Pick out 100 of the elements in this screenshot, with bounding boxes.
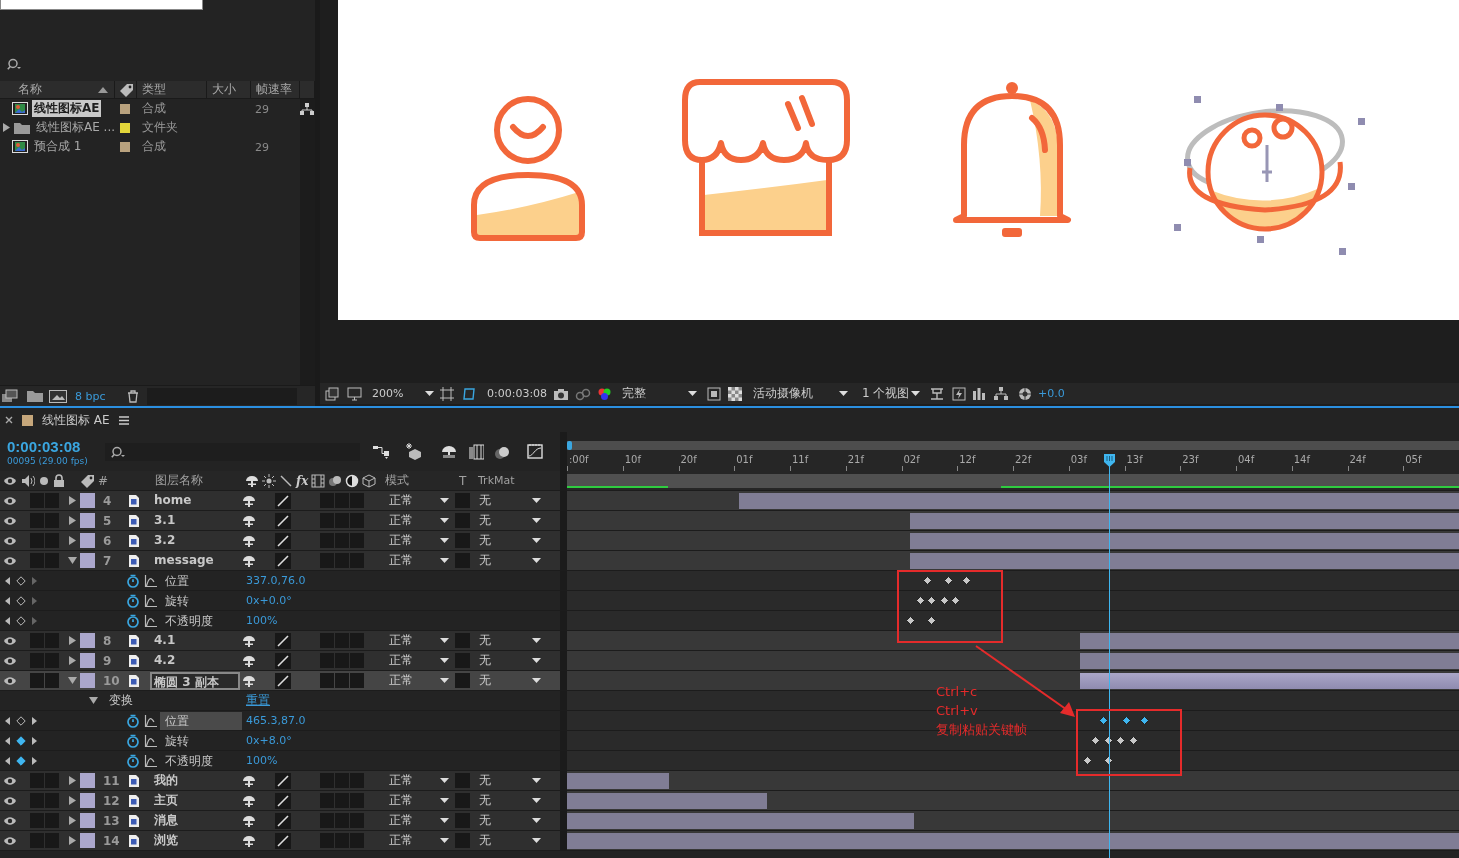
- expand-arrow[interactable]: [3, 123, 10, 132]
- project-item-name[interactable]: 预合成 1: [32, 138, 84, 155]
- layer-name-field[interactable]: 椭圆 3 副本: [150, 671, 240, 690]
- keyframe-marker[interactable]: [915, 596, 925, 605]
- keyframe-marker[interactable]: [927, 596, 937, 605]
- viewer-timecode[interactable]: 0:00:03:08: [487, 387, 549, 400]
- previous-keyframe-arrow[interactable]: [5, 716, 10, 725]
- current-time[interactable]: 0:00:03:08: [7, 437, 102, 456]
- expand-arrow[interactable]: [68, 496, 77, 505]
- eye-icon[interactable]: [3, 555, 17, 566]
- eye-icon[interactable]: [3, 835, 17, 846]
- layer-row[interactable]: 4 home 正常 无: [0, 491, 560, 510]
- search-field[interactable]: [105, 442, 360, 461]
- keyframe-diamond-icon[interactable]: [16, 575, 26, 586]
- keyframe-marker[interactable]: [1139, 716, 1149, 725]
- frame-blending-icon[interactable]: [468, 443, 484, 460]
- eye-icon[interactable]: [3, 535, 17, 546]
- expand-arrow[interactable]: [68, 556, 77, 565]
- mode-dropdown[interactable]: 正常: [383, 531, 453, 550]
- switch-toggle[interactable]: [335, 673, 349, 688]
- mode-dropdown[interactable]: 正常: [383, 771, 453, 790]
- expand-arrow[interactable]: [68, 656, 77, 665]
- expand-arrow[interactable]: [68, 796, 77, 805]
- mask-icon[interactable]: [462, 386, 476, 401]
- expand-arrow[interactable]: [68, 836, 77, 845]
- flowchart-icon[interactable]: [300, 102, 314, 115]
- playhead[interactable]: [1102, 453, 1116, 858]
- shy-icon[interactable]: [242, 494, 256, 507]
- grid-icon[interactable]: [440, 386, 454, 401]
- stopwatch-icon[interactable]: [126, 573, 140, 588]
- shy-icon[interactable]: [242, 534, 256, 547]
- solo-dot-icon[interactable]: [39, 475, 49, 486]
- previous-keyframe-arrow[interactable]: [5, 576, 10, 585]
- track-matte-dropdown[interactable]: 无: [473, 791, 545, 810]
- layer-name[interactable]: 4.2: [150, 651, 242, 670]
- preserve-transparency-toggle[interactable]: [455, 673, 470, 688]
- graph-icon[interactable]: [144, 613, 158, 628]
- bar-chart-icon[interactable]: [972, 386, 986, 401]
- quality-icon[interactable]: [275, 512, 291, 529]
- previous-keyframe-arrow[interactable]: [5, 616, 10, 625]
- quality-icon[interactable]: [275, 792, 291, 809]
- quality-icon[interactable]: [275, 492, 291, 509]
- eye-icon[interactable]: [3, 795, 17, 806]
- keyframe-marker[interactable]: [1115, 736, 1125, 745]
- keyframe-diamond-icon[interactable]: [16, 735, 26, 746]
- quality-icon[interactable]: [275, 832, 291, 849]
- property-value[interactable]: 465.3,87.0: [246, 714, 306, 727]
- menu-icon[interactable]: [119, 415, 129, 425]
- graph-icon[interactable]: [144, 733, 158, 748]
- color-channels-icon[interactable]: [597, 386, 612, 401]
- keyframe-marker[interactable]: [1103, 736, 1113, 745]
- fast-preview-icon[interactable]: [952, 386, 966, 401]
- exposure-value[interactable]: +0.0: [1038, 387, 1072, 400]
- label-swatch[interactable]: [80, 793, 95, 808]
- label-swatch[interactable]: [80, 813, 95, 828]
- stopwatch-icon[interactable]: [126, 753, 140, 768]
- property-value[interactable]: 100%: [246, 614, 278, 627]
- property-name[interactable]: 位置: [160, 571, 242, 590]
- layer-name[interactable]: 我的: [150, 771, 242, 790]
- track-matte-dropdown[interactable]: 无: [473, 511, 545, 530]
- flowchart-icon[interactable]: [373, 443, 390, 460]
- mode-dropdown[interactable]: 正常: [383, 631, 453, 650]
- shy-icon[interactable]: [242, 774, 256, 787]
- track-matte-dropdown[interactable]: 无: [473, 531, 545, 550]
- quality-icon[interactable]: [275, 632, 291, 649]
- shy-icon[interactable]: [245, 474, 259, 487]
- label-swatch[interactable]: [80, 633, 95, 648]
- expand-arrow[interactable]: [68, 536, 77, 545]
- graph-icon[interactable]: [144, 593, 158, 608]
- mode-dropdown[interactable]: 正常: [383, 671, 453, 690]
- keyframe-diamond-icon[interactable]: [16, 595, 26, 606]
- stopwatch-icon[interactable]: [126, 713, 140, 728]
- label-swatch[interactable]: [80, 833, 95, 848]
- mode-dropdown[interactable]: 正常: [383, 511, 453, 530]
- graph-editor-icon[interactable]: [527, 444, 543, 459]
- stopwatch-icon[interactable]: [126, 593, 140, 608]
- solo-toggle[interactable]: [30, 673, 44, 688]
- quality-icon[interactable]: [275, 772, 291, 789]
- quality-icon[interactable]: [279, 473, 293, 488]
- switch-toggle[interactable]: [320, 673, 334, 688]
- next-keyframe-arrow[interactable]: [32, 756, 37, 765]
- eye-icon[interactable]: [3, 475, 17, 486]
- keyframe-marker[interactable]: [927, 616, 937, 625]
- previous-keyframe-arrow[interactable]: [5, 756, 10, 765]
- shy-icon[interactable]: [242, 514, 256, 527]
- sort-ascending-icon[interactable]: [98, 86, 108, 93]
- resolution-dropdown[interactable]: 完整: [622, 384, 697, 403]
- label-swatch[interactable]: [80, 673, 95, 688]
- graph-icon[interactable]: [144, 753, 158, 768]
- layer-name[interactable]: 3.2: [150, 531, 242, 550]
- interpret-footage-icon[interactable]: [1, 389, 19, 403]
- keyframe-marker[interactable]: [951, 596, 961, 605]
- layer-row[interactable]: 6 3.2 正常 无: [0, 531, 560, 550]
- shy-icon[interactable]: [242, 834, 256, 847]
- label-tag-icon[interactable]: [80, 473, 94, 488]
- layer-name[interactable]: 主页: [150, 791, 242, 810]
- glasses-icon[interactable]: [575, 386, 591, 401]
- keyframe-marker[interactable]: [1121, 716, 1131, 725]
- shy-icon[interactable]: [441, 444, 457, 459]
- shy-icon[interactable]: [242, 814, 256, 827]
